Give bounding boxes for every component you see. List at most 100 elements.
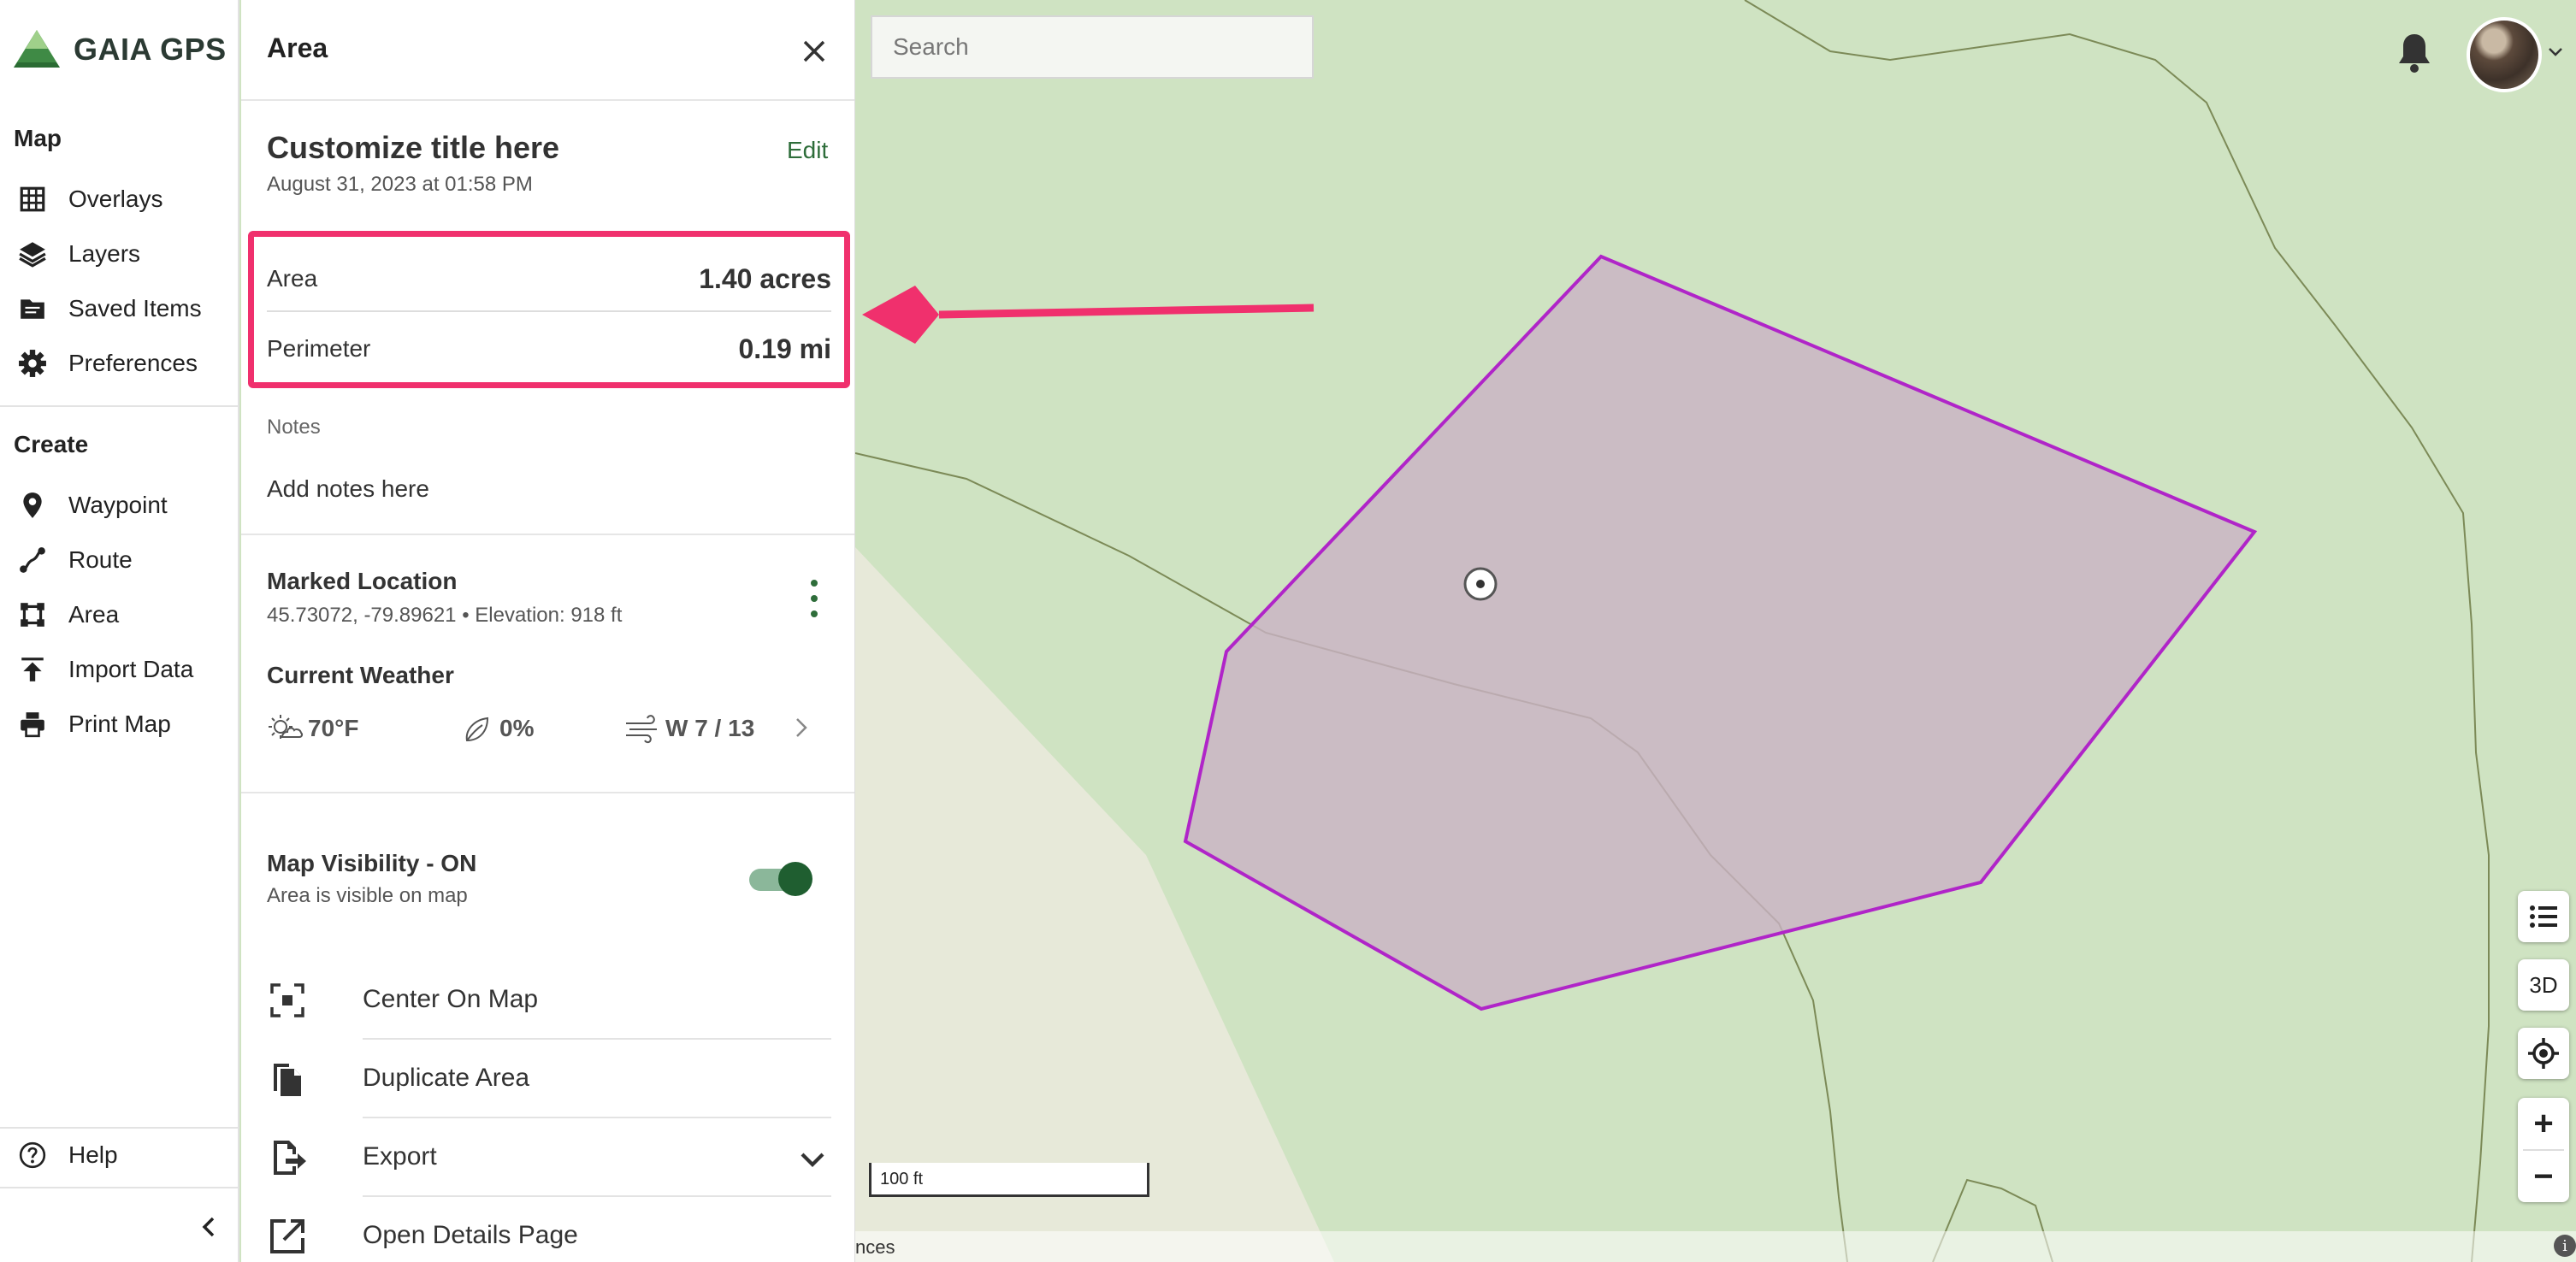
collapse-sidebar-button[interactable] <box>188 1206 231 1248</box>
panel-title: Area <box>267 32 328 63</box>
close-icon <box>803 40 825 62</box>
wind-value: W 7 / 13 <box>665 715 755 741</box>
stat-value: 0.19 mi <box>738 333 831 364</box>
action-label: Export <box>363 1142 437 1171</box>
toggle-3d-button[interactable]: 3D <box>2518 959 2569 1011</box>
nav-divider <box>0 405 238 407</box>
nav-item-label: Waypoint <box>68 492 168 518</box>
open-details-page-action[interactable]: Open Details Page <box>241 1197 854 1262</box>
area-icon <box>15 598 50 632</box>
nav-heading-create: Create <box>14 431 89 457</box>
weather-temperature: 70°F <box>267 711 358 746</box>
bell-icon[interactable] <box>2395 31 2434 74</box>
zoom-controls: + − <box>2518 1098 2569 1202</box>
nav-item-label: Saved Items <box>68 295 202 321</box>
list-icon <box>2530 905 2557 928</box>
chevron-right-icon[interactable] <box>789 715 814 740</box>
action-label: Open Details Page <box>363 1221 578 1249</box>
close-button[interactable] <box>789 26 840 77</box>
edit-title-link[interactable]: Edit <box>787 137 828 164</box>
map-canvas[interactable] <box>855 0 2576 1262</box>
minus-icon: − <box>2533 1157 2554 1195</box>
partly-sunny-icon <box>269 715 304 739</box>
nav-item-label: Print Map <box>68 711 171 737</box>
nav-item-overlays[interactable]: Overlays <box>0 173 236 226</box>
zoom-out-button[interactable]: − <box>2518 1151 2569 1202</box>
map-attribution: nces <box>855 1231 2576 1262</box>
search-input[interactable] <box>871 15 1314 79</box>
stat-label: Area <box>267 265 318 292</box>
leaf-drop-icon <box>465 717 489 742</box>
layers-icon <box>15 237 50 271</box>
action-label: Duplicate Area <box>363 1064 530 1092</box>
locate-me-button[interactable] <box>2518 1028 2569 1079</box>
user-avatar[interactable] <box>2467 17 2542 92</box>
export-icon <box>274 1141 306 1175</box>
chevron-down-icon[interactable] <box>2545 41 2566 62</box>
nav-item-label: Route <box>68 546 133 573</box>
printer-icon <box>15 707 50 741</box>
panel-divider <box>241 792 854 793</box>
attribution-text: nces <box>855 1236 895 1258</box>
stat-divider <box>267 310 831 312</box>
nav-item-label: Help <box>68 1141 118 1168</box>
notes-input[interactable]: Add notes here <box>267 475 429 503</box>
map-scale-bar: 100 ft <box>869 1163 1149 1197</box>
plus-icon: + <box>2533 1104 2554 1142</box>
left-nav: GAIA GPS Map Overlays Layers Saved Items… <box>0 0 239 1262</box>
help-icon <box>15 1138 50 1172</box>
nav-item-label: Preferences <box>68 350 198 376</box>
area-title: Customize title here <box>267 130 560 165</box>
nav-item-label: Area <box>68 601 120 628</box>
area-detail-panel: Area Customize title here August 31, 202… <box>241 0 855 1262</box>
nav-item-label: Overlays <box>68 186 163 212</box>
area-date: August 31, 2023 at 01:58 PM <box>267 173 533 196</box>
map-surface[interactable] <box>855 0 2576 1262</box>
precipitation-value: 0% <box>499 715 535 741</box>
duplicate-area-action[interactable]: Duplicate Area <box>241 1040 854 1118</box>
weather-wind: W 7 / 13 <box>624 711 754 746</box>
temperature-value: 70°F <box>308 715 359 741</box>
map-visibility-toggle[interactable] <box>749 860 814 898</box>
stat-label: Perimeter <box>267 335 371 362</box>
nav-item-import-data[interactable]: Import Data <box>0 643 236 696</box>
nav-item-saved-items[interactable]: Saved Items <box>0 282 236 335</box>
nav-heading-map: Map <box>14 125 62 151</box>
nav-divider <box>0 1187 238 1188</box>
nav-item-layers[interactable]: Layers <box>0 227 236 280</box>
duplicate-icon <box>274 1064 301 1096</box>
export-action[interactable]: Export <box>241 1118 854 1197</box>
zoom-in-button[interactable]: + <box>2518 1098 2569 1149</box>
scale-label: 100 ft <box>880 1170 924 1188</box>
center-on-map-action[interactable]: Center On Map <box>241 961 854 1040</box>
nav-item-help[interactable]: Help <box>0 1129 236 1182</box>
notes-label: Notes <box>267 416 321 439</box>
nav-item-area[interactable]: Area <box>0 588 236 641</box>
nav-item-route[interactable]: Route <box>0 534 236 587</box>
map-visibility-subtitle: Area is visible on map <box>267 884 468 907</box>
panel-divider <box>241 99 854 101</box>
area-center-marker[interactable] <box>1463 567 1498 601</box>
nav-item-print-map[interactable]: Print Map <box>0 698 236 751</box>
app-logo[interactable]: GAIA GPS <box>12 26 227 74</box>
info-icon[interactable]: i <box>2554 1235 2576 1257</box>
map-layers-list-button[interactable] <box>2518 891 2569 942</box>
chevron-left-icon <box>202 1217 215 1237</box>
panel-divider <box>241 534 854 535</box>
marked-location-coords: 45.73072, -79.89621 • Elevation: 918 ft <box>267 604 623 627</box>
nav-item-waypoint[interactable]: Waypoint <box>0 479 236 532</box>
chevron-down-icon <box>801 1153 824 1167</box>
area-stats-highlight: Area 1.40 acres Perimeter 0.19 mi <box>248 231 850 388</box>
nav-item-preferences[interactable]: Preferences <box>0 337 236 390</box>
route-icon <box>15 543 50 577</box>
map-visibility-title: Map Visibility - ON <box>267 850 477 876</box>
3d-label: 3D <box>2529 971 2558 998</box>
upload-icon <box>15 652 50 687</box>
more-options-button[interactable] <box>797 580 831 617</box>
wind-icon <box>626 715 657 744</box>
grid-icon <box>15 182 50 216</box>
weather-precipitation: 0% <box>458 711 534 746</box>
center-icon <box>270 983 304 1017</box>
stat-value: 1.40 acres <box>699 262 831 294</box>
app-name: GAIA GPS <box>74 32 227 67</box>
